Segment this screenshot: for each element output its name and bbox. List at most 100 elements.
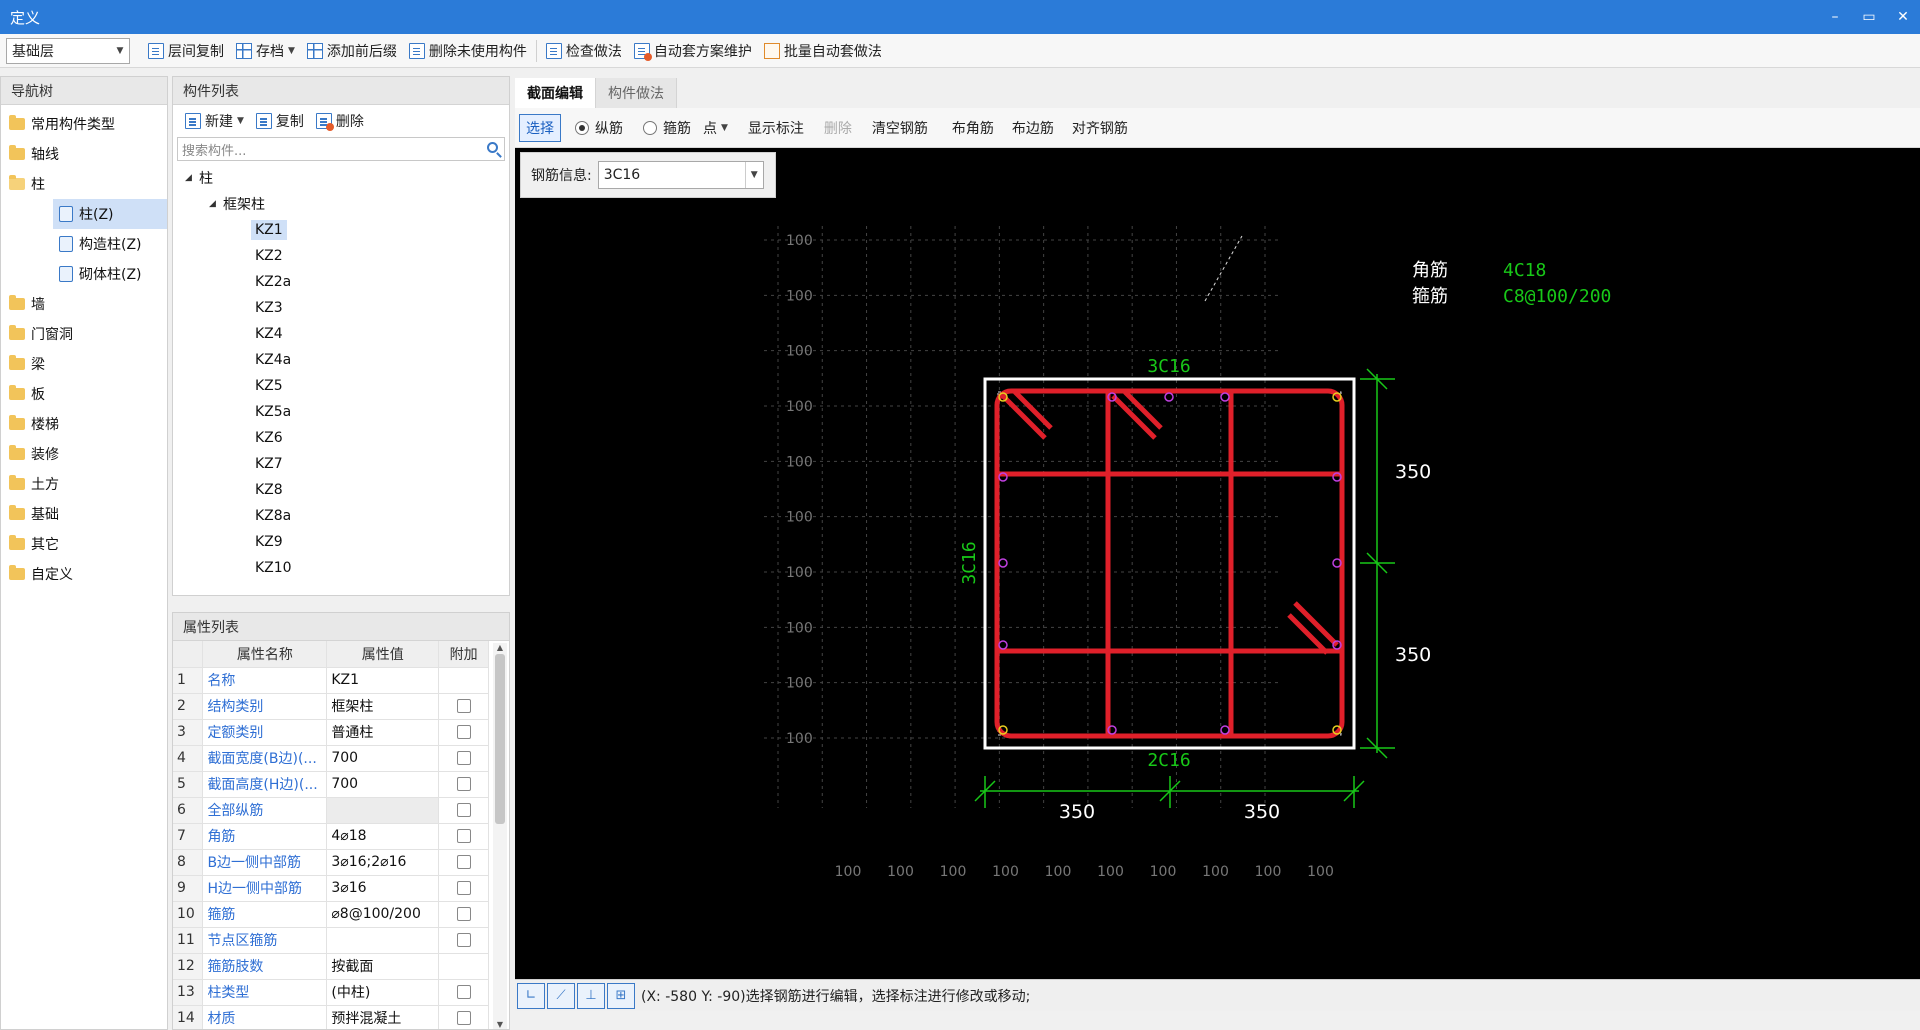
- minimize-button[interactable]: –: [1818, 0, 1852, 34]
- scroll-down-icon[interactable]: ▼: [493, 1020, 507, 1029]
- nav-item[interactable]: 柱: [1, 169, 167, 199]
- property-value[interactable]: 按截面: [326, 953, 440, 980]
- nav-item[interactable]: 常用构件类型: [1, 109, 167, 139]
- property-value[interactable]: ⌀8@100/200: [326, 901, 440, 928]
- property-row[interactable]: 13 柱类型 (中柱): [173, 979, 489, 1006]
- property-row[interactable]: 5 截面高度(H边)(... 700: [173, 771, 489, 798]
- component-item[interactable]: KZ8: [173, 477, 509, 503]
- dimension-icon[interactable]: ⊞: [607, 982, 635, 1009]
- component-item[interactable]: KZ10: [173, 555, 509, 581]
- component-item[interactable]: KZ5a: [173, 399, 509, 425]
- rebar-info-select[interactable]: 3C16 ▼: [597, 161, 764, 189]
- extra-checkbox[interactable]: [456, 933, 471, 947]
- property-scrollbar[interactable]: ▲ ▼: [493, 643, 507, 1029]
- property-row[interactable]: 8 B边一侧中部筋 3⌀16;2⌀16: [173, 849, 489, 876]
- property-value[interactable]: 框架柱: [326, 693, 440, 720]
- nav-item[interactable]: 其它: [1, 529, 167, 559]
- point-dropdown[interactable]: 点 ▼: [697, 114, 734, 142]
- copy-component-button[interactable]: 复制: [250, 107, 310, 135]
- extra-checkbox[interactable]: [456, 803, 471, 817]
- perpendicular-icon[interactable]: ⊥: [577, 982, 605, 1009]
- component-item[interactable]: KZ4a: [173, 347, 509, 373]
- nav-item[interactable]: 构造柱(Z): [53, 229, 167, 259]
- edge-rebar-button[interactable]: 布边筋: [1006, 114, 1060, 142]
- nav-item[interactable]: 土方: [1, 469, 167, 499]
- nav-item[interactable]: 板: [1, 379, 167, 409]
- delete-component-button[interactable]: 删除: [310, 107, 370, 135]
- property-value[interactable]: KZ1: [326, 667, 440, 694]
- property-row[interactable]: 9 H边一侧中部筋 3⌀16: [173, 875, 489, 902]
- extra-checkbox[interactable]: [456, 881, 471, 895]
- scroll-thumb[interactable]: [495, 654, 505, 824]
- tab-section-edit[interactable]: 截面编辑: [515, 78, 596, 108]
- component-item[interactable]: KZ9: [173, 529, 509, 555]
- property-row[interactable]: 7 角筋 4⌀18: [173, 823, 489, 850]
- tree-group-frame-column[interactable]: ◢ 框架柱: [173, 191, 509, 217]
- property-value[interactable]: 预拌混凝土: [326, 1005, 440, 1029]
- nav-item[interactable]: 楼梯: [1, 409, 167, 439]
- extra-checkbox[interactable]: [456, 699, 471, 713]
- component-item[interactable]: KZ2: [173, 243, 509, 269]
- property-value[interactable]: (中柱): [326, 979, 440, 1006]
- extra-checkbox[interactable]: [456, 751, 471, 765]
- tab-component-method[interactable]: 构件做法: [596, 78, 677, 108]
- auto-scheme-button[interactable]: 自动套方案维护: [628, 37, 758, 65]
- extra-checkbox[interactable]: [456, 777, 471, 791]
- extra-checkbox[interactable]: [456, 985, 471, 999]
- check-method-button[interactable]: 检查做法: [540, 37, 628, 65]
- property-row[interactable]: 3 定额类别 普通柱: [173, 719, 489, 746]
- extra-checkbox[interactable]: [456, 1011, 471, 1025]
- copy-between-floors-button[interactable]: 层间复制: [142, 37, 230, 65]
- nav-item[interactable]: 装修: [1, 439, 167, 469]
- nav-item[interactable]: 柱(Z): [53, 199, 167, 229]
- property-value[interactable]: [326, 927, 440, 954]
- nav-item[interactable]: 梁: [1, 349, 167, 379]
- nav-item[interactable]: 轴线: [1, 139, 167, 169]
- align-rebar-button[interactable]: 对齐钢筋: [1066, 114, 1134, 142]
- component-item[interactable]: KZ3: [173, 295, 509, 321]
- new-component-button[interactable]: 新建 ▼: [179, 107, 250, 135]
- property-row[interactable]: 12 箍筋肢数 按截面: [173, 953, 489, 980]
- property-value[interactable]: [326, 797, 440, 824]
- property-row[interactable]: 2 结构类别 框架柱: [173, 693, 489, 720]
- show-label-button[interactable]: 显示标注: [742, 114, 810, 142]
- component-item[interactable]: KZ1: [173, 217, 509, 243]
- component-item[interactable]: KZ6: [173, 425, 509, 451]
- property-row[interactable]: 6 全部纵筋: [173, 797, 489, 824]
- property-value[interactable]: 3⌀16;2⌀16: [326, 849, 440, 876]
- component-item[interactable]: KZ2a: [173, 269, 509, 295]
- close-button[interactable]: ✕: [1886, 0, 1920, 34]
- add-prefix-suffix-button[interactable]: 添加前后缀: [301, 37, 403, 65]
- nav-item[interactable]: 基础: [1, 499, 167, 529]
- component-item[interactable]: KZ5: [173, 373, 509, 399]
- property-value[interactable]: 3⌀16: [326, 875, 440, 902]
- select-button[interactable]: 选择: [519, 114, 561, 142]
- nav-item[interactable]: 墙: [1, 289, 167, 319]
- extra-checkbox[interactable]: [456, 829, 471, 843]
- nav-item[interactable]: 砌体柱(Z): [53, 259, 167, 289]
- property-value[interactable]: 4⌀18: [326, 823, 440, 850]
- collapse-icon[interactable]: ◢: [185, 173, 199, 183]
- search-icon[interactable]: [487, 142, 498, 153]
- batch-auto-method-button[interactable]: 批量自动套做法: [758, 37, 888, 65]
- extra-checkbox[interactable]: [456, 725, 471, 739]
- property-row[interactable]: 1 名称 KZ1: [173, 667, 489, 694]
- floor-select[interactable]: 基础层 ▼: [6, 37, 130, 64]
- property-row[interactable]: 4 截面宽度(B边)(... 700: [173, 745, 489, 772]
- delete-unused-button[interactable]: 删除未使用构件: [403, 37, 533, 65]
- extra-checkbox[interactable]: [456, 907, 471, 921]
- snap-angle-icon[interactable]: ⟋: [547, 982, 575, 1009]
- component-item[interactable]: KZ4: [173, 321, 509, 347]
- scroll-up-icon[interactable]: ▲: [493, 643, 507, 652]
- clear-rebar-button[interactable]: 清空钢筋: [866, 114, 934, 142]
- property-row[interactable]: 11 节点区箍筋: [173, 927, 489, 954]
- longitudinal-radio[interactable]: 纵筋: [569, 114, 629, 142]
- property-value[interactable]: 普通柱: [326, 719, 440, 746]
- archive-button[interactable]: 存档 ▼: [230, 37, 301, 65]
- orthogonal-icon[interactable]: ∟: [517, 982, 545, 1009]
- corner-rebar-button[interactable]: 布角筋: [946, 114, 1000, 142]
- tree-root-column[interactable]: ◢ 柱: [173, 165, 509, 191]
- delete-rebar-button[interactable]: 删除: [818, 114, 858, 142]
- extra-checkbox[interactable]: [456, 855, 471, 869]
- nav-item[interactable]: 自定义: [1, 559, 167, 589]
